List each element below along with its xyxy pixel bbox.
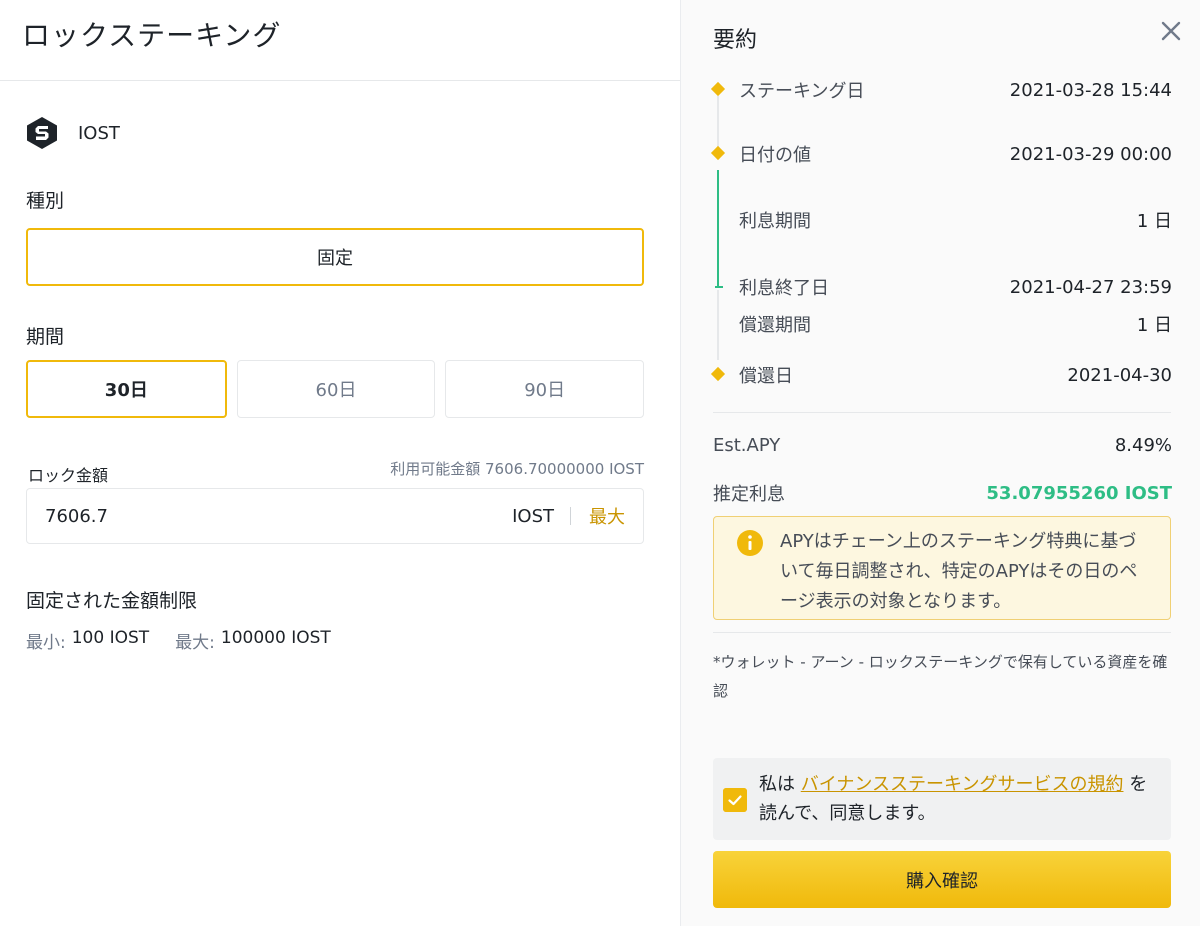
timeline-tick xyxy=(715,286,723,288)
available-balance-label: 利用可能金額 xyxy=(390,460,481,478)
coin-name: IOST xyxy=(78,122,120,144)
close-icon[interactable] xyxy=(1158,18,1184,44)
staking-form-panel: ロックステーキング IOST 種別 固定 期間 30日 60日 90日 ロック金… xyxy=(0,0,680,926)
max-amount-button[interactable]: 最大 xyxy=(589,503,625,529)
timeline-value: 1 日 xyxy=(1136,211,1172,232)
limit-row: 最小: 100 IOST 最大: 100000 IOST xyxy=(26,628,357,653)
period-options: 30日 60日 90日 xyxy=(26,360,645,418)
timeline-row: ステーキング日 2021-03-28 15:44 xyxy=(739,77,1172,103)
timeline-row: 償還期間 1 日 xyxy=(739,311,1172,337)
title-divider xyxy=(0,80,680,81)
timeline-label: ステーキング日 xyxy=(739,81,865,102)
period-option-30[interactable]: 30日 xyxy=(26,360,227,418)
type-label: 種別 xyxy=(26,190,65,212)
divider xyxy=(713,632,1171,633)
divider xyxy=(713,412,1171,413)
apy-value: 8.49% xyxy=(1114,435,1172,456)
agree-checkbox[interactable] xyxy=(723,788,747,812)
timeline-row: 日付の値 2021-03-29 00:00 xyxy=(739,141,1172,167)
timeline-line-active xyxy=(717,170,719,288)
terms-link[interactable]: バイナンスステーキングサービスの規約 xyxy=(801,774,1124,795)
timeline-value: 2021-03-28 15:44 xyxy=(1009,79,1172,101)
page-title: ロックステーキング xyxy=(22,19,282,52)
interest-row: 推定利息 53.07955260 IOST xyxy=(713,480,1172,506)
summary-panel: 要約 ステーキング日 2021-03-28 15:44 日付の値 2021-03… xyxy=(680,0,1200,926)
timeline-line xyxy=(717,96,719,150)
agreement-box: 私は バイナンスステーキングサービスの規約 を読んで、同意します。 xyxy=(713,758,1171,840)
agreement-prefix: 私は xyxy=(759,774,795,795)
limit-min-value: 100 IOST xyxy=(71,628,150,648)
amount-label: ロック金額 xyxy=(28,466,109,485)
available-balance-value: 7606.70000000 IOST xyxy=(485,460,644,478)
timeline-value: 1 日 xyxy=(1136,315,1172,336)
timeline-value: 2021-03-29 00:00 xyxy=(1009,143,1172,165)
timeline-label: 日付の値 xyxy=(739,145,811,166)
timeline-row: 利息期間 1 日 xyxy=(739,207,1172,233)
confirm-purchase-button[interactable]: 購入確認 xyxy=(713,851,1171,908)
apy-notice: APYはチェーン上のステーキング特典に基づいて毎日調整され、特定のAPYはその日… xyxy=(713,516,1171,620)
timeline-dot xyxy=(710,81,726,97)
period-option-60[interactable]: 60日 xyxy=(236,360,436,418)
interest-label: 推定利息 xyxy=(713,484,785,505)
interest-value: 53.07955260 IOST xyxy=(986,482,1172,504)
timeline-row: 償還日 2021-04-30 xyxy=(739,362,1172,388)
timeline-value: 2021-04-27 23:59 xyxy=(1009,276,1172,298)
footnote: *ウォレット - アーン - ロックステーキングで保有している資産を確認 xyxy=(713,653,1168,700)
iost-logo-icon xyxy=(27,117,57,149)
apy-label: Est.APY xyxy=(713,435,781,456)
timeline-dot xyxy=(710,366,726,382)
timeline-row: 利息終了日 2021-04-27 23:59 xyxy=(739,274,1172,300)
timeline-label: 利息期間 xyxy=(739,211,811,232)
timeline-label: 利息終了日 xyxy=(739,278,829,299)
notice-text: APYはチェーン上のステーキング特典に基づいて毎日調整され、特定のAPYはその日… xyxy=(780,531,1138,612)
limit-max-value: 100000 IOST xyxy=(220,628,331,648)
period-label: 期間 xyxy=(26,326,65,348)
type-option-fixed[interactable]: 固定 xyxy=(26,228,644,286)
limit-title: 固定された金額制限 xyxy=(26,590,198,612)
available-balance: 利用可能金額 7606.70000000 IOST xyxy=(390,458,644,479)
timeline-label: 償還期間 xyxy=(739,315,811,336)
limit-max-label: 最大: xyxy=(175,633,215,653)
period-option-90[interactable]: 90日 xyxy=(445,360,645,418)
timeline-label: 償還日 xyxy=(739,366,793,387)
apy-row: Est.APY 8.49% xyxy=(713,435,1172,456)
timeline-line xyxy=(717,290,719,360)
limit-min-label: 最小: xyxy=(26,633,66,653)
summary-title: 要約 xyxy=(713,28,758,53)
amount-field: IOST 最大 xyxy=(26,488,644,544)
timeline-value: 2021-04-30 xyxy=(1067,364,1172,386)
timeline-dot xyxy=(710,145,726,161)
agreement-text: 私は バイナンスステーキングサービスの規約 を読んで、同意します。 xyxy=(759,770,1159,828)
info-icon xyxy=(737,530,763,556)
coin-row: IOST xyxy=(26,116,120,150)
amount-unit: IOST xyxy=(512,505,554,527)
amount-separator xyxy=(570,507,571,525)
amount-input[interactable] xyxy=(45,505,513,527)
